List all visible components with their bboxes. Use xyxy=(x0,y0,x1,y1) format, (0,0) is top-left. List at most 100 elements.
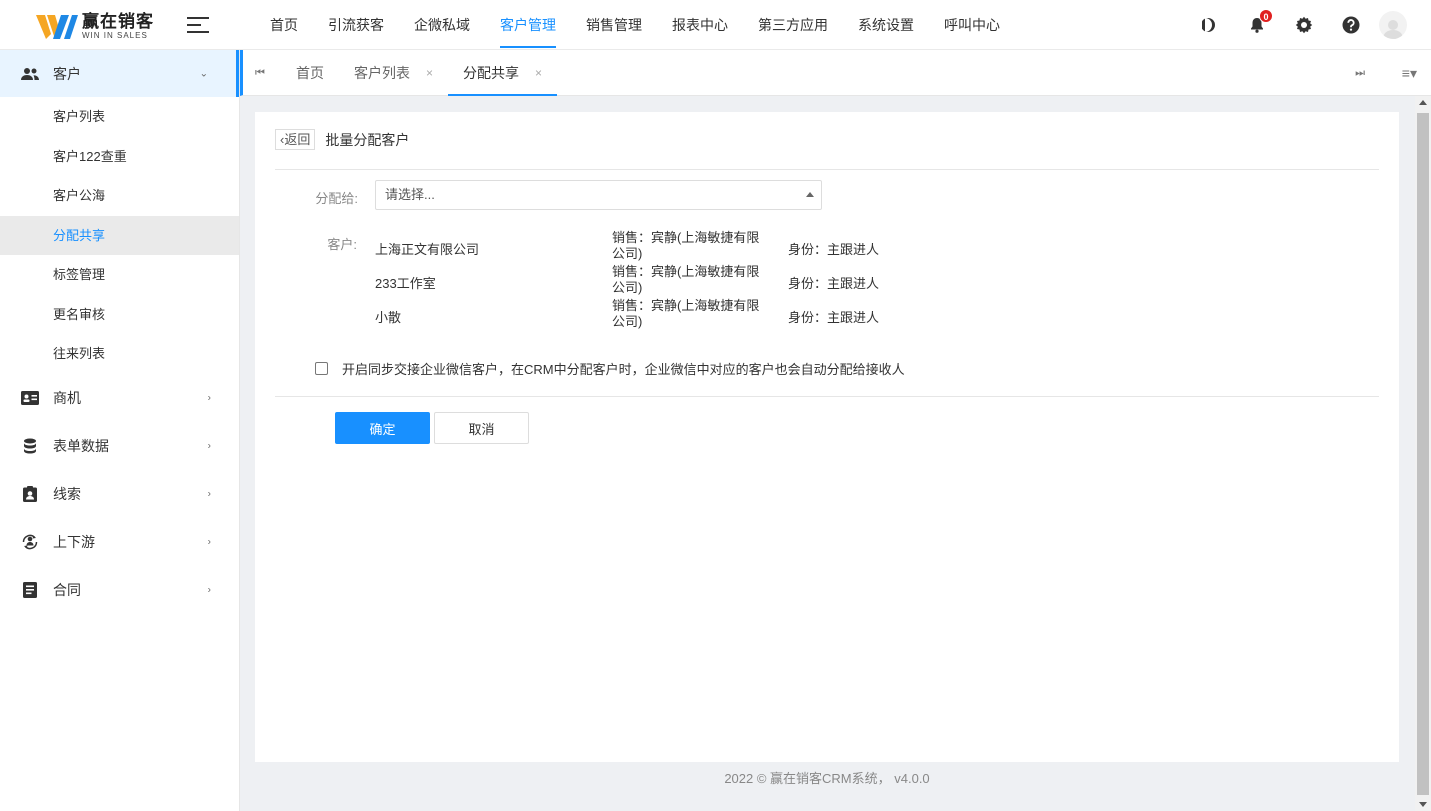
sidebar-group-supply-chain[interactable]: 上下游 › xyxy=(0,518,239,566)
chevron-right-icon: › xyxy=(207,584,211,595)
chevron-right-icon: › xyxy=(207,488,211,499)
close-icon[interactable]: × xyxy=(426,50,433,96)
assignee-select-placeholder: 请选择... xyxy=(385,187,435,202)
sidebar-group-opportunities[interactable]: 商机 › xyxy=(0,374,239,422)
sidebar-item-customer-pool[interactable]: 客户公海 xyxy=(0,176,239,216)
sidebar-group-label: 线索 xyxy=(53,485,81,502)
customer-name: 小散 xyxy=(375,310,402,325)
sync-wecom-label[interactable]: 开启同步交接企业微信客户，在CRM中分配客户时，企业微信中对应的客户也会自动分配… xyxy=(342,359,905,378)
nav-call-center[interactable]: 呼叫中心 xyxy=(929,0,1015,50)
customer-label: 客户: xyxy=(327,237,357,252)
sidebar-group-leads[interactable]: 线索 › xyxy=(0,470,239,518)
sidebar-item-rename-review[interactable]: 更名审核 xyxy=(0,295,239,335)
customer-row: 上海正文有限公司 销售：宾静(上海敏捷有限公司) 身份：主跟进人 xyxy=(375,230,1075,264)
sidebar-item-customer-list[interactable]: 客户列表 xyxy=(0,97,239,137)
sidebar-group-form-data[interactable]: 表单数据 › xyxy=(0,422,239,470)
top-bar: 赢在销客 WIN IN SALES 首页 引流获客 企微私域 客户管理 销售管理… xyxy=(0,0,1431,50)
assign-to-label: 分配给: xyxy=(315,191,358,206)
nav-system-settings[interactable]: 系统设置 xyxy=(843,0,929,50)
tab-label: 分配共享 xyxy=(463,65,520,81)
logo[interactable]: 赢在销客 WIN IN SALES xyxy=(36,12,154,40)
top-nav: 首页 引流获客 企微私域 客户管理 销售管理 报表中心 第三方应用 系统设置 呼… xyxy=(255,0,1015,50)
sidebar-group-contracts[interactable]: 合同 › xyxy=(0,566,239,614)
divider xyxy=(275,396,1379,397)
page-title: 批量分配客户 xyxy=(325,131,410,148)
chevron-right-icon: › xyxy=(207,440,211,451)
customer-sales: 销售：宾静(上海敏捷有限公司) xyxy=(612,264,760,295)
tab-label: 首页 xyxy=(296,65,324,81)
close-icon[interactable]: × xyxy=(535,50,542,96)
customer-role: 身份：主跟进人 xyxy=(788,310,880,325)
tabs-bar: ⏮ 首页 客户列表 × 分配共享 × ⏭ ≡▾ xyxy=(240,50,1431,96)
cancel-button[interactable]: 取消 xyxy=(434,412,529,444)
divider xyxy=(275,169,1379,170)
tabs-scroll-left-icon[interactable]: ⏮ xyxy=(255,50,265,96)
sidebar-item-tag-management[interactable]: 标签管理 xyxy=(0,255,239,295)
database-icon xyxy=(20,436,40,456)
gear-icon[interactable] xyxy=(1294,15,1314,35)
users-icon xyxy=(20,64,40,84)
sidebar-group-label: 表单数据 xyxy=(53,437,109,454)
sidebar-group-label: 客户 xyxy=(53,65,81,82)
customer-role: 身份：主跟进人 xyxy=(788,276,880,291)
tab-customer-list[interactable]: 客户列表 × xyxy=(339,50,448,96)
main-content: ‹返回 批量分配客户 分配给: 请选择... 客户: 上海正文有限公司 销售：宾… xyxy=(255,112,1399,762)
nav-home[interactable]: 首页 xyxy=(255,0,313,50)
tab-assign-share[interactable]: 分配共享 × xyxy=(448,50,558,96)
bell-icon[interactable]: 0 xyxy=(1247,9,1273,35)
nav-lead-generation[interactable]: 引流获客 xyxy=(313,0,399,50)
confirm-button[interactable]: 确定 xyxy=(335,412,430,444)
sidebar: 客户 ⌄ 客户列表 客户122查重 客户公海 分配共享 标签管理 更名审核 往来… xyxy=(0,50,240,811)
sidebar-item-contacts-list[interactable]: 往来列表 xyxy=(0,334,239,374)
back-label: 返回 xyxy=(284,132,311,147)
assignee-select[interactable]: 请选择... xyxy=(375,180,822,210)
menu-toggle-button[interactable] xyxy=(187,17,209,33)
nav-reports[interactable]: 报表中心 xyxy=(657,0,743,50)
scrollbar-thumb[interactable] xyxy=(1417,113,1429,795)
customer-sales: 销售：宾静(上海敏捷有限公司) xyxy=(612,230,760,261)
sidebar-group-customers[interactable]: 客户 ⌄ xyxy=(0,50,239,97)
nav-wecom-private[interactable]: 企微私域 xyxy=(399,0,485,50)
logo-name: 赢在销客 xyxy=(82,11,154,31)
footer-copyright: 2022 © 赢在销客CRM系统， v4.0.0 xyxy=(724,771,930,786)
back-button[interactable]: ‹返回 xyxy=(275,129,316,150)
sync-wecom-checkbox[interactable] xyxy=(315,362,328,375)
tabs-scroll-right-icon[interactable]: ⏭ xyxy=(1355,50,1365,96)
clipboard-user-icon xyxy=(20,484,40,504)
customer-row: 233工作室 销售：宾静(上海敏捷有限公司) 身份：主跟进人 xyxy=(375,264,1075,298)
sidebar-item-duplicate-check[interactable]: 客户122查重 xyxy=(0,137,239,177)
tab-label: 客户列表 xyxy=(354,65,410,81)
chevron-right-icon: › xyxy=(207,392,211,403)
chevron-down-icon: ⌄ xyxy=(199,68,208,79)
nav-customer-management[interactable]: 客户管理 xyxy=(485,0,571,50)
caret-up-icon xyxy=(806,192,814,197)
sidebar-group-label: 商机 xyxy=(53,389,81,406)
customer-role: 身份：主跟进人 xyxy=(788,242,880,257)
id-card-icon xyxy=(20,388,40,408)
moon-icon[interactable] xyxy=(1200,15,1220,35)
customer-submenu: 客户列表 客户122查重 客户公海 分配共享 标签管理 更名审核 往来列表 xyxy=(0,97,239,374)
nav-sales-management[interactable]: 销售管理 xyxy=(571,0,657,50)
user-avatar[interactable] xyxy=(1379,11,1407,39)
nav-third-party-apps[interactable]: 第三方应用 xyxy=(743,0,843,50)
sidebar-group-label: 合同 xyxy=(53,581,81,598)
scroll-down-arrow-icon[interactable] xyxy=(1419,802,1427,807)
document-icon xyxy=(20,580,40,600)
notification-badge: 0 xyxy=(1259,9,1273,23)
chevron-right-icon: › xyxy=(207,536,211,547)
logo-tagline: WIN IN SALES xyxy=(82,30,148,40)
tab-home[interactable]: 首页 xyxy=(281,50,339,96)
help-icon[interactable] xyxy=(1341,15,1361,35)
logo-icon xyxy=(36,15,78,39)
tabs-menu-icon[interactable]: ≡▾ xyxy=(1402,50,1417,96)
customer-row: 小散 销售：宾静(上海敏捷有限公司) 身份：主跟进人 xyxy=(375,298,1075,332)
customer-name: 上海正文有限公司 xyxy=(375,242,480,257)
sidebar-item-assign-share[interactable]: 分配共享 xyxy=(0,215,239,255)
page-scrollbar[interactable] xyxy=(1415,96,1431,811)
sync-wecom-option: 开启同步交接企业微信客户，在CRM中分配客户时，企业微信中对应的客户也会自动分配… xyxy=(315,359,905,378)
person-cycle-icon xyxy=(20,532,40,552)
sidebar-group-label: 上下游 xyxy=(53,533,95,550)
customer-name: 233工作室 xyxy=(375,276,436,291)
scroll-up-arrow-icon[interactable] xyxy=(1419,100,1427,105)
customer-sales: 销售：宾静(上海敏捷有限公司) xyxy=(612,298,760,329)
